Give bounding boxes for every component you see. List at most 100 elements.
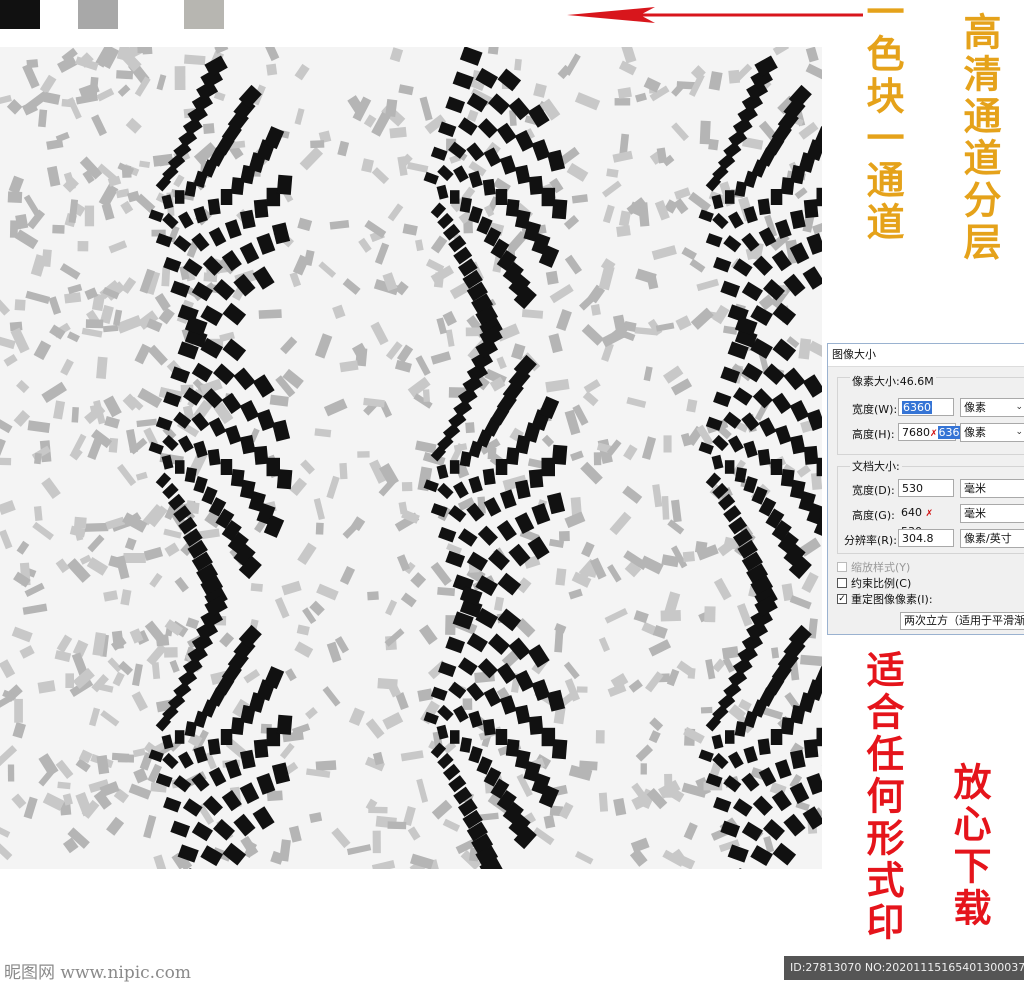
- doc-height-unit-select[interactable]: 毫米: [960, 504, 1024, 523]
- black-block: [276, 469, 293, 490]
- gray-block: [38, 109, 48, 128]
- color-swatch-light-gray: [184, 0, 224, 29]
- height-old-value: 7680: [902, 426, 930, 439]
- doc-height-unit: 毫米: [964, 507, 986, 520]
- gray-block: [339, 462, 348, 480]
- width-input[interactable]: 6360: [898, 398, 954, 416]
- gray-block: [14, 299, 26, 311]
- height-unit-select[interactable]: 像素 ⌄: [960, 423, 1024, 442]
- gray-block: [183, 54, 206, 66]
- black-block: [551, 739, 568, 760]
- gray-block: [0, 457, 12, 466]
- gray-block: [266, 63, 278, 76]
- black-block: [803, 199, 819, 219]
- color-swatch-black: [0, 0, 40, 29]
- gray-block: [422, 389, 431, 403]
- gray-block: [357, 451, 370, 458]
- black-block: [449, 460, 460, 474]
- gray-block: [52, 224, 65, 234]
- gray-block: [593, 452, 602, 466]
- doc-height-label: 高度(G):: [852, 509, 895, 522]
- dialog-title: 图像大小: [828, 344, 1024, 367]
- gray-block: [514, 58, 522, 71]
- resample-method-select[interactable]: 两次立方（适用于平滑渐变: [900, 612, 1024, 630]
- gray-block: [85, 319, 104, 329]
- gray-block: [704, 606, 716, 623]
- black-block: [207, 448, 221, 466]
- gray-block: [34, 452, 42, 465]
- caption-safe-download: 放心下载: [947, 762, 992, 930]
- gray-block: [389, 126, 407, 139]
- gray-block: [694, 541, 708, 554]
- black-block: [253, 739, 269, 759]
- constrain-proportions-checkbox[interactable]: [837, 578, 847, 588]
- doc-width-label: 宽度(D):: [852, 484, 895, 497]
- black-block: [757, 198, 771, 216]
- doc-width-unit-select[interactable]: 毫米: [960, 479, 1024, 498]
- black-block: [207, 738, 221, 756]
- caption-hd-channel-layers: 高清通道分层: [957, 12, 1002, 264]
- black-block: [276, 174, 293, 195]
- resample-checkbox[interactable]: ✓: [837, 594, 847, 604]
- gray-block: [663, 435, 672, 453]
- gray-block: [699, 120, 711, 145]
- gray-block: [616, 225, 631, 237]
- black-block: [724, 460, 735, 474]
- doc-height-input[interactable]: 640 ✗ 530: [898, 504, 956, 538]
- black-block: [495, 459, 508, 475]
- black-block: [220, 729, 233, 745]
- black-block: [450, 730, 460, 744]
- black-block: [551, 199, 568, 220]
- black-block: [770, 189, 783, 205]
- scale-styles-checkbox[interactable]: [837, 562, 847, 572]
- caption-one-color-one-channel: 一色块一通道: [860, 0, 905, 244]
- gray-block: [590, 304, 601, 316]
- black-block: [816, 457, 822, 477]
- chevron-down-icon: ⌄: [1015, 427, 1023, 437]
- gray-block: [84, 205, 95, 227]
- document-size-label: 文档大小:: [850, 458, 902, 474]
- black-block: [816, 187, 822, 207]
- gray-block: [465, 422, 475, 434]
- gray-block: [7, 764, 15, 782]
- gray-block: [377, 678, 398, 690]
- gray-block: [487, 47, 500, 55]
- gray-block: [555, 568, 567, 586]
- gray-block: [258, 309, 282, 319]
- height-input[interactable]: 7680✗6360: [898, 423, 968, 441]
- resolution-input[interactable]: 304.8: [898, 529, 954, 547]
- gray-block: [111, 752, 130, 761]
- gray-block: [437, 586, 456, 597]
- gray-block: [576, 686, 588, 693]
- gray-block: [310, 140, 325, 149]
- gray-block: [73, 516, 87, 529]
- gray-block: [545, 270, 559, 285]
- width-unit-select[interactable]: 像素 ⌄: [960, 398, 1024, 417]
- scale-styles-label: 缩放样式(Y): [851, 561, 911, 574]
- gray-block: [96, 356, 108, 379]
- gray-block: [387, 821, 407, 830]
- resolution-unit: 像素/英寸: [964, 532, 1012, 545]
- gray-block: [664, 773, 673, 798]
- resolution-unit-select[interactable]: 像素/英寸: [960, 529, 1024, 548]
- gray-block: [554, 629, 564, 653]
- gray-block: [137, 47, 147, 54]
- gray-block: [64, 292, 82, 304]
- gray-block: [65, 673, 75, 689]
- red-arrow-icon: [567, 7, 863, 23]
- black-block: [528, 469, 544, 489]
- black-block: [770, 459, 783, 475]
- black-block: [495, 729, 508, 745]
- doc-width-input[interactable]: 530: [898, 479, 954, 497]
- height-unit: 像素: [964, 426, 986, 439]
- color-swatch-gray: [78, 0, 118, 29]
- gray-block: [14, 698, 23, 723]
- black-block: [276, 714, 293, 735]
- gray-block: [174, 66, 186, 91]
- gray-block: [57, 781, 71, 790]
- resample-label: 重定图像像素(I):: [851, 593, 933, 606]
- black-block: [207, 198, 221, 216]
- black-block: [220, 459, 233, 475]
- edit-mark-icon: ✗: [930, 429, 938, 439]
- gray-block: [77, 241, 89, 252]
